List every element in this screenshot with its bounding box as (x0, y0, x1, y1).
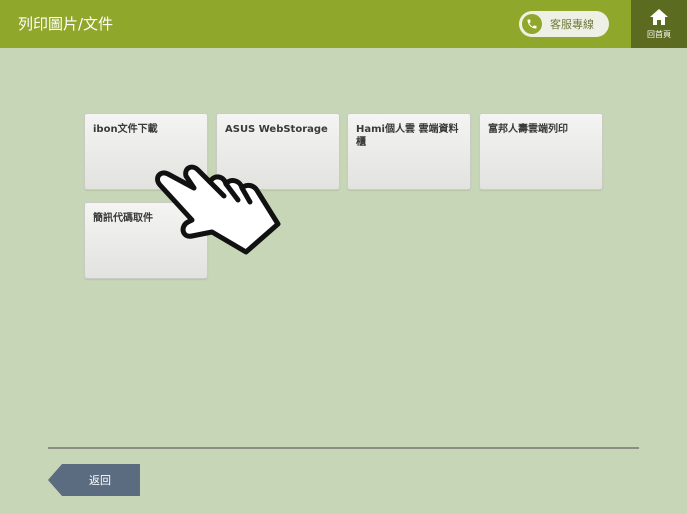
tile-hami-cloud-storage[interactable]: Hami個人雲 雲端資料櫃 (347, 113, 471, 190)
tile-fubon-life-cloud-print[interactable]: 富邦人壽雲端列印 (479, 113, 603, 190)
tile-label: ASUS WebStorage (225, 124, 328, 135)
tile-sms-code-pickup[interactable]: 簡訊代碼取件 (84, 202, 208, 279)
tile-label: 簡訊代碼取件 (93, 213, 153, 224)
tile-label: 富邦人壽雲端列印 (488, 124, 568, 135)
home-icon (650, 9, 668, 25)
tile-asus-webstorage[interactable]: ASUS WebStorage (216, 113, 340, 190)
hotline-label: 客服專線 (550, 18, 594, 31)
back-label: 返回 (89, 474, 111, 487)
home-button[interactable]: 回首頁 (631, 0, 687, 48)
home-label: 回首頁 (647, 30, 671, 39)
header-bar: 列印圖片/文件 客服專線 回首頁 (0, 0, 687, 48)
phone-icon (522, 14, 542, 34)
footer-divider (48, 447, 639, 449)
tile-ibon-document-download[interactable]: ibon文件下載 (84, 113, 208, 190)
back-button[interactable]: 返回 (48, 464, 140, 496)
tile-label: ibon文件下載 (93, 124, 158, 135)
customer-service-hotline-button[interactable]: 客服專線 (519, 11, 609, 37)
tile-label: Hami個人雲 雲端資料櫃 (356, 124, 459, 148)
page-title: 列印圖片/文件 (18, 15, 114, 33)
